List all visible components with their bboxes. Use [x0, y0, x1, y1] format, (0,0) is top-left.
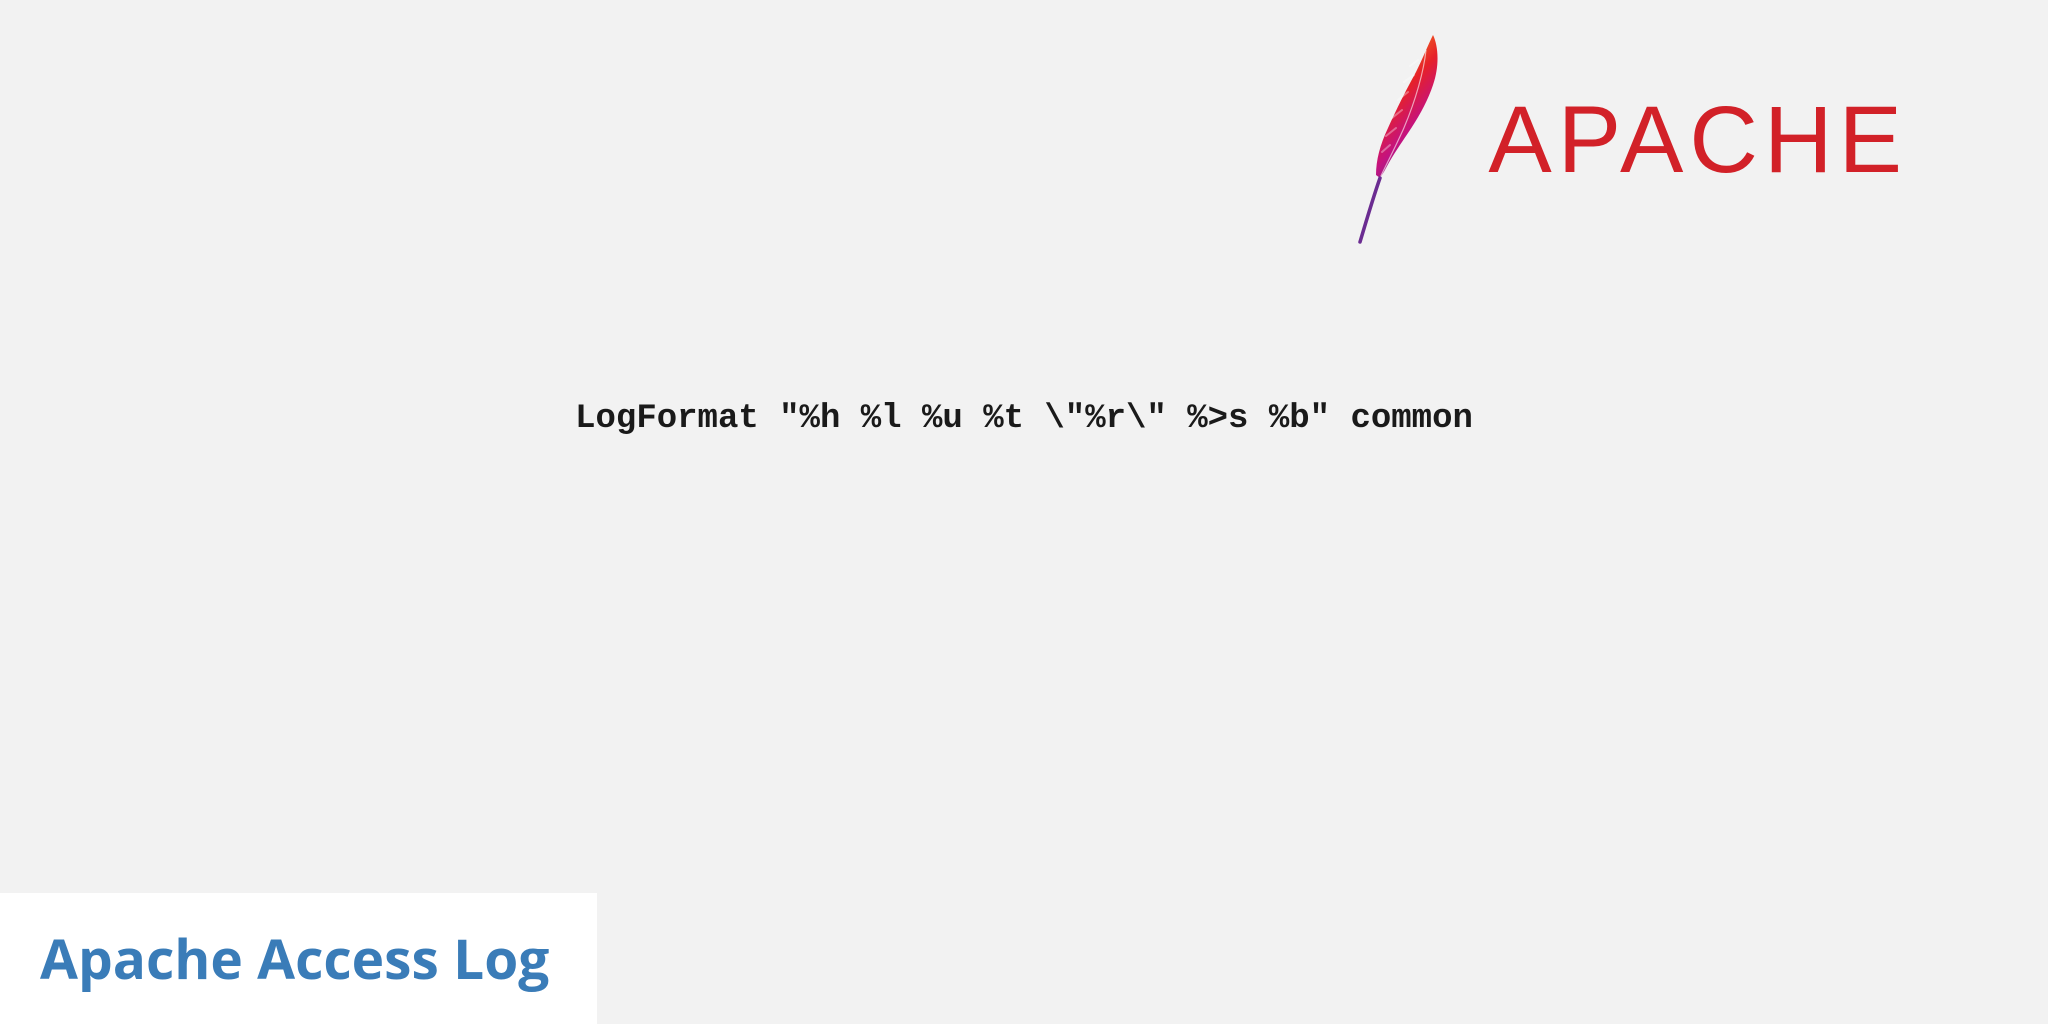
log-format-code: LogFormat "%h %l %u %t \"%r\" %>s %b" co…	[575, 400, 1473, 438]
apache-logo-block: APACHE	[1338, 30, 1908, 250]
slide-title: Apache Access Log	[0, 893, 597, 1024]
apache-feather-icon	[1338, 30, 1468, 250]
apache-brand-text: APACHE	[1488, 86, 1908, 195]
